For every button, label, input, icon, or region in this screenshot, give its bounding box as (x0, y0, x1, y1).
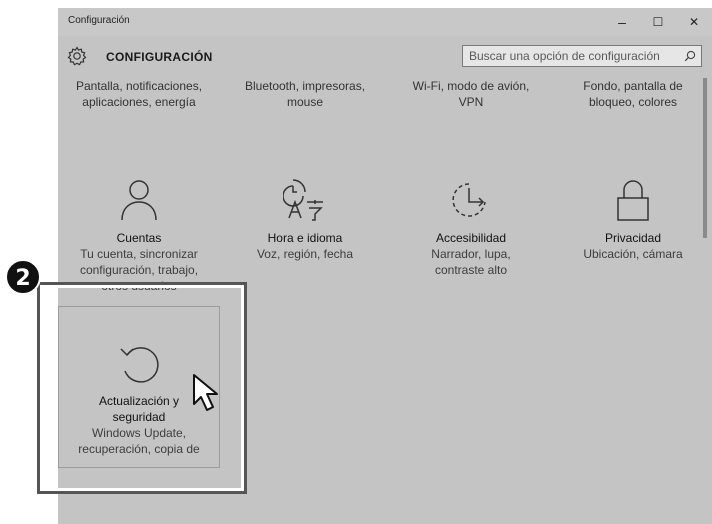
search-box[interactable] (462, 45, 702, 67)
time-language-icon (283, 179, 323, 221)
tile-accounts[interactable]: Cuentas Tu cuenta, sincronizar configura… (64, 178, 214, 294)
gear-icon (67, 46, 87, 66)
tile-update-security-desc: Windows Update, recuperación, copia de (78, 426, 200, 456)
tile-privacy-name: Privacidad (604, 231, 662, 245)
refresh-icon (120, 347, 159, 383)
lock-icon (617, 180, 649, 221)
search-icon[interactable] (683, 49, 697, 63)
tile-accessibility-name: Accesibilidad (435, 231, 507, 245)
settings-window: Configuración – ☐ ✕ CONFIGURACIÓN Pantal… (58, 8, 712, 524)
tile-accounts-name: Cuentas (116, 231, 162, 245)
search-input[interactable] (463, 46, 689, 66)
tile-privacy[interactable]: Privacidad Ubicación, cámara (558, 178, 708, 262)
tile-time-language-desc: Voz, región, fecha (256, 247, 354, 261)
maximize-button[interactable]: ☐ (646, 12, 670, 32)
tile-time-language-name: Hora e idioma (267, 231, 343, 245)
close-button[interactable]: ✕ (682, 12, 706, 32)
tile-accounts-desc: Tu cuenta, sincronizar configuración, tr… (79, 247, 199, 293)
tile-system-desc[interactable]: Pantalla, notificaciones, aplicaciones, … (64, 78, 214, 110)
mouse-cursor-icon (193, 374, 218, 411)
scrollbar[interactable] (702, 68, 708, 498)
tile-accessibility-desc: Narrador, lupa, contraste alto (431, 247, 511, 277)
header: CONFIGURACIÓN (58, 40, 712, 74)
ease-of-access-icon (452, 183, 486, 217)
tile-privacy-desc: Ubicación, cámara (583, 247, 683, 261)
tile-devices-desc[interactable]: Bluetooth, impresoras, mouse (230, 78, 380, 110)
window-title: Configuración (68, 15, 130, 26)
tile-personalization-desc[interactable]: Fondo, pantalla de bloqueo, colores (558, 78, 708, 110)
tile-accessibility[interactable]: Accesibilidad Narrador, lupa, contraste … (396, 178, 546, 278)
minimize-button[interactable]: – (610, 12, 634, 32)
title-bar: Configuración – ☐ ✕ (58, 8, 712, 36)
step-number: 2 (15, 266, 30, 291)
tile-network-desc[interactable]: Wi-Fi, modo de avión, VPN (396, 78, 546, 110)
person-icon (121, 180, 157, 221)
page-title: CONFIGURACIÓN (106, 50, 213, 64)
step-badge: 2 (5, 259, 41, 295)
tile-time-language[interactable]: Hora e idioma Voz, región, fecha (230, 178, 380, 262)
